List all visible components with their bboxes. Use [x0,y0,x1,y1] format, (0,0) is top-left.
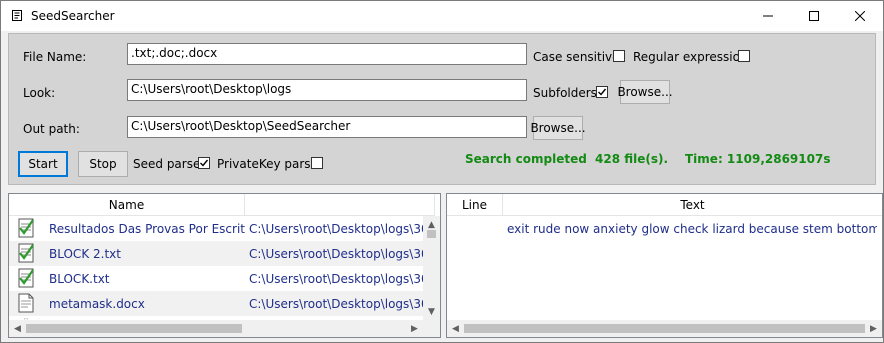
result-row[interactable]: exit rude now anxiety glow check lizard … [447,216,882,241]
start-button[interactable]: Start [18,151,68,177]
file-path: C:\Users\root\Desktop\logs\30-1 [249,297,425,311]
maximize-icon [809,11,819,21]
scroll-down-icon[interactable]: ▼ [423,303,440,320]
minimize-icon [763,15,773,17]
checkmark-icon [598,88,607,96]
case-sensitive-label: Case sensitive [533,50,620,64]
text-file-icon [18,218,34,238]
file-name: Resultados Das Provas Por Escrito.txt [49,222,245,236]
file-list[interactable]: Name Resultados Das Provas Por Escrito.t… [8,193,441,338]
list-item[interactable]: Resultados Das Provas Por Escrito.txt C:… [9,216,440,241]
column-header-text[interactable]: Text [503,194,882,216]
scroll-right-icon[interactable]: ▶ [865,320,882,337]
file-name: BLOCK.txt [49,272,110,286]
list-item[interactable]: BLOCK 2.txt C:\Users\root\Desktop\logs\3… [9,241,440,266]
maximize-button[interactable] [791,1,837,31]
close-icon [855,11,865,21]
checkmark-icon [200,159,209,167]
status-message: Search completed [465,152,587,166]
file-name: metamask.docx [49,297,145,311]
out-path-label: Out path: [23,122,80,136]
app-icon [12,10,22,21]
text-file-icon [18,268,34,288]
list-item[interactable]: metamask.docx C:\Users\root\Desktop\logs… [9,291,440,316]
scroll-right-icon[interactable]: ▶ [406,320,423,337]
minimize-button[interactable] [745,1,791,31]
document-file-icon [18,293,34,313]
privatekey-parse-label: PrivateKey parse [217,157,318,171]
scroll-thumb[interactable] [26,324,242,333]
file-path: C:\Users\root\Desktop\logs\30-1 [249,222,425,236]
browse-out-button[interactable]: Browse... [530,116,586,140]
file-path: C:\Users\root\Desktop\logs\30-1 [249,247,425,261]
subfolders-checkbox[interactable] [596,86,608,98]
result-text: exit rude now anxiety glow check lizard … [507,222,877,236]
file-name-label: File Name: [23,50,87,64]
column-header-path[interactable] [245,194,435,216]
app-window: SeedSearcher File Name: .txt;.doc;.docx … [0,0,884,343]
regex-checkbox[interactable] [738,50,750,62]
case-sensitive-checkbox[interactable] [613,50,625,62]
list-item[interactable]: BLOCK.txt C:\Users\root\Desktop\logs\30-… [9,266,440,291]
file-list-vertical-scrollbar[interactable]: ▲ ▼ [423,216,440,320]
look-label: Look: [23,86,56,100]
look-path-field[interactable]: C:\Users\root\Desktop\logs [127,79,527,101]
window-title: SeedSearcher [31,9,115,23]
column-header-line[interactable]: Line [447,194,503,216]
scrollbar-corner [423,320,440,337]
scroll-left-icon[interactable]: ◀ [447,320,464,337]
browse-look-button[interactable]: Browse... [617,80,673,104]
column-header-name[interactable]: Name [9,194,245,216]
close-button[interactable] [837,1,883,31]
file-name-field[interactable]: .txt;.doc;.docx [127,43,527,65]
regex-label: Regular expression [633,50,748,64]
file-list-horizontal-scrollbar[interactable]: ◀ ▶ [9,320,423,337]
scroll-thumb[interactable] [464,324,865,333]
scroll-left-icon[interactable]: ◀ [9,320,26,337]
file-count: 428 file(s). [595,152,669,166]
seed-parse-label: Seed parse [133,157,201,171]
file-path: C:\Users\root\Desktop\logs\30-1 [249,272,425,286]
title-bar[interactable]: SeedSearcher [1,1,883,31]
result-list-horizontal-scrollbar[interactable]: ◀ ▶ [447,320,882,337]
subfolders-label: Subfolders [533,86,597,100]
privatekey-parse-checkbox[interactable] [311,157,323,169]
seed-parse-checkbox[interactable] [198,157,210,169]
text-file-icon [18,243,34,263]
result-list[interactable]: Line Text exit rude now anxiety glow che… [446,193,883,338]
stop-button[interactable]: Stop [78,151,128,177]
scroll-thumb[interactable] [427,230,436,238]
out-path-field[interactable]: C:\Users\root\Desktop\SeedSearcher [127,116,527,138]
file-name: BLOCK 2.txt [49,247,121,261]
elapsed-time: Time: 1109,2869107s [685,152,831,166]
